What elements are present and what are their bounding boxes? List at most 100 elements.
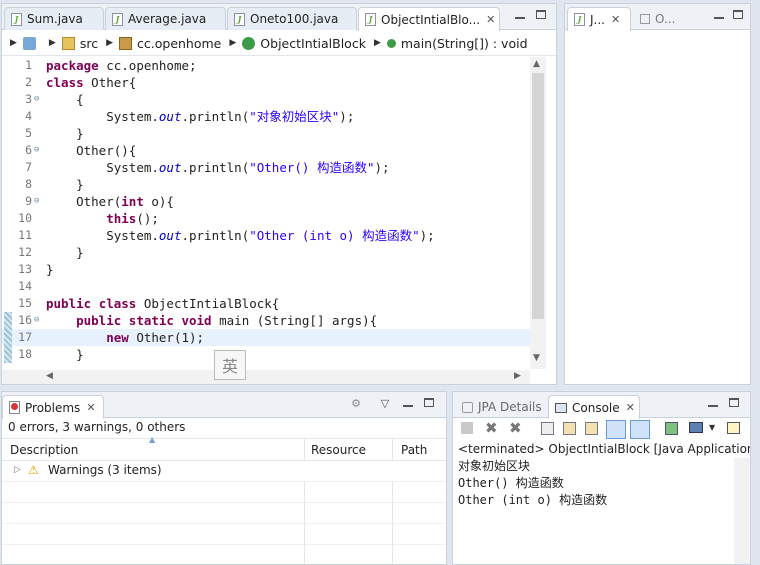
- remove-all-launches-icon[interactable]: ✖: [509, 419, 522, 437]
- tab-label: ObjectIntialBlo...: [381, 12, 481, 27]
- breadcrumb-package[interactable]: cc.openhome: [137, 36, 221, 51]
- java-file-icon: J: [112, 12, 123, 26]
- tab-label: Sum.java: [27, 12, 83, 26]
- close-icon[interactable]: ✕: [626, 401, 635, 414]
- breadcrumb-class[interactable]: ObjectIntialBlock: [260, 36, 366, 51]
- breadcrumb-src[interactable]: src: [80, 36, 98, 51]
- scroll-lock-icon[interactable]: [563, 422, 576, 435]
- chevron-right-icon: ▶: [106, 38, 114, 48]
- code-line: 1 package cc.openhome;: [25, 58, 197, 73]
- terminate-icon[interactable]: [461, 422, 473, 434]
- show-on-stdout-icon[interactable]: [606, 420, 626, 439]
- tab-label: Problems: [25, 400, 81, 415]
- chevron-right-icon: ▶: [10, 38, 17, 48]
- tab-label: JPA Details: [478, 400, 542, 414]
- code-line: 13}: [18, 262, 54, 277]
- expand-arrow-icon[interactable]: ▷: [14, 465, 21, 475]
- java-file-icon: J: [365, 13, 376, 26]
- ime-indicator: 英: [214, 350, 246, 380]
- code-line: 6 ⊖ Other(){: [25, 142, 137, 159]
- tab-jpa-details[interactable]: JPA Details: [455, 395, 547, 418]
- tab-objectintialblock-java[interactable]: J ObjectIntialBlo... ✕: [358, 7, 500, 31]
- tab-problems[interactable]: Problems ✕: [2, 395, 104, 419]
- java-file-icon: J: [234, 12, 245, 26]
- tab-oneto100-java[interactable]: J Oneto100.java: [227, 7, 357, 30]
- tab-console[interactable]: Console ✕: [548, 395, 640, 419]
- maximize-button[interactable]: [728, 398, 740, 410]
- minimize-button[interactable]: [707, 398, 719, 410]
- tab-outline[interactable]: O...: [633, 7, 691, 30]
- pin-console-icon[interactable]: [665, 422, 678, 435]
- chevron-right-icon: ▶: [373, 38, 381, 48]
- console-vertical-scrollbar[interactable]: [734, 458, 750, 564]
- column-resource[interactable]: Resource: [305, 439, 393, 461]
- remove-launch-icon[interactable]: ✖: [485, 419, 498, 437]
- minimize-button[interactable]: [713, 10, 725, 22]
- console-output[interactable]: 对象初始区块 Other() 构造函数 Other (int o) 构造函数: [458, 458, 743, 509]
- fold-collapse-icon[interactable]: ⊖: [34, 142, 44, 159]
- fold-collapse-icon[interactable]: ⊖: [34, 193, 44, 210]
- dropdown-arrow-icon[interactable]: ▼: [709, 423, 715, 432]
- problems-summary: 0 errors, 3 warnings, 0 others: [8, 420, 186, 434]
- problems-row-warnings[interactable]: ▷ ⚠ Warnings (3 items): [2, 461, 446, 482]
- tab-sum-java[interactable]: J Sum.java: [4, 7, 104, 30]
- console-icon: [555, 402, 567, 413]
- console-toolbar: ✖ ✖ ▼: [453, 419, 750, 443]
- problems-icon: [9, 401, 20, 414]
- close-icon[interactable]: ✕: [86, 401, 95, 414]
- display-console-icon[interactable]: [689, 422, 703, 433]
- console-tab-bar: JPA Details Console ✕: [453, 392, 750, 419]
- view-menu-icon[interactable]: ▽: [379, 398, 391, 410]
- java-file-icon: J: [11, 12, 22, 26]
- close-icon[interactable]: ✕: [611, 13, 620, 26]
- word-wrap-icon[interactable]: [585, 422, 598, 435]
- column-path[interactable]: Path: [393, 439, 446, 461]
- chevron-right-icon: ▶: [48, 38, 56, 48]
- problems-tab-bar: Problems ✕ ⚙ ▽: [2, 392, 446, 419]
- clear-console-icon[interactable]: [541, 422, 554, 435]
- class-icon: [242, 36, 256, 50]
- minimize-button[interactable]: [514, 10, 526, 22]
- filter-icon[interactable]: ⚙: [350, 398, 362, 410]
- problems-table-header: Description ▲ Resource Path: [2, 435, 446, 461]
- open-console-icon[interactable]: [727, 422, 740, 434]
- code-line: 10 this();: [18, 211, 159, 226]
- code-line: 2 class Other{: [25, 75, 137, 90]
- console-launch-label: <terminated> ObjectIntialBlock [Java App…: [458, 442, 751, 456]
- column-description[interactable]: Description ▲: [2, 435, 305, 461]
- scroll-right-icon[interactable]: ▶: [514, 371, 521, 381]
- minimize-button[interactable]: [402, 398, 414, 410]
- maximize-button[interactable]: [423, 398, 435, 410]
- scrollbar-thumb[interactable]: [532, 73, 544, 319]
- tab-average-java[interactable]: J Average.java: [105, 7, 226, 30]
- java-doc-icon: J: [574, 13, 585, 26]
- code-line: 5 }: [25, 126, 84, 141]
- chevron-right-icon: ▶: [229, 38, 237, 48]
- show-on-stderr-icon[interactable]: [630, 420, 650, 439]
- breadcrumb-method[interactable]: main(String[]) : void: [401, 36, 528, 51]
- scroll-up-icon[interactable]: ▲: [533, 59, 540, 69]
- maximize-button[interactable]: [732, 10, 744, 22]
- source-folder-icon: [61, 36, 75, 50]
- scroll-left-icon[interactable]: ◀: [46, 371, 53, 381]
- fold-collapse-icon[interactable]: ⊖: [34, 312, 44, 329]
- tab-label: Oneto100.java: [250, 12, 339, 26]
- tab-javadoc[interactable]: J J... ✕: [567, 7, 631, 31]
- code-line: 18 }: [18, 347, 84, 362]
- problems-pane: Problems ✕ ⚙ ▽ 0 errors, 3 warnings, 0 o…: [1, 391, 447, 565]
- code-line: 3 ⊖ {: [25, 91, 84, 108]
- console-pane: JPA Details Console ✕ ✖ ✖ ▼ <terminated>…: [452, 391, 751, 565]
- project-icon[interactable]: [22, 36, 36, 50]
- close-icon[interactable]: ✕: [486, 13, 495, 26]
- fold-collapse-icon[interactable]: ⊖: [34, 91, 44, 108]
- code-editor[interactable]: 1 package cc.openhome; 2 class Other{ 3 ⊖ {…: [2, 57, 530, 369]
- outline-tab-bar: J J... ✕ O...: [565, 4, 750, 31]
- editor-vertical-scrollbar[interactable]: ▲ ▼: [530, 57, 546, 369]
- scroll-down-icon[interactable]: ▼: [533, 353, 540, 363]
- console-line: Other() 构造函数: [458, 476, 564, 490]
- code-line: 7 System.out.println("Other() 构造函数");: [25, 160, 390, 175]
- editor-horizontal-scrollbar[interactable]: ◀ ▶: [2, 370, 530, 384]
- tab-label: Console: [572, 400, 620, 415]
- breadcrumb: ▶ ▶ src ▶ cc.openhome ▶ ObjectIntialBloc…: [2, 31, 556, 56]
- maximize-button[interactable]: [535, 10, 547, 22]
